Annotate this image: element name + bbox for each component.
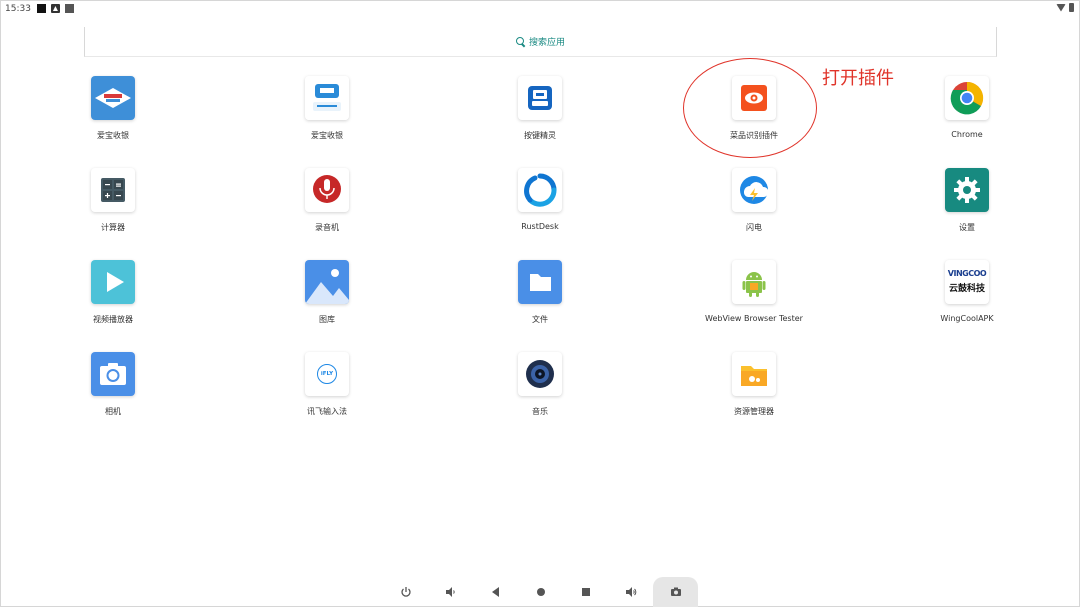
app-video-player[interactable]: 视频播放器	[33, 260, 193, 338]
screenshot-button[interactable]	[653, 577, 698, 607]
app-label: 计算器	[101, 223, 125, 232]
app-label: 音乐	[532, 407, 548, 416]
aibao-pos-alt-icon	[305, 76, 349, 120]
battery-icon	[1069, 3, 1074, 12]
app-wingcool[interactable]: VINGCOO 云鼓科技 WingCoolAPK	[887, 260, 1047, 338]
app-lightning[interactable]: 闪电	[674, 168, 834, 246]
volume-up-icon	[625, 587, 636, 597]
wifi-icon	[1056, 3, 1066, 12]
app-label: 视频播放器	[93, 315, 133, 324]
image-notification-icon	[64, 4, 74, 13]
app-label: 讯飞输入法	[307, 407, 347, 416]
app-label: RustDesk	[521, 222, 559, 231]
app-search-bar[interactable]: 搜索应用	[84, 27, 997, 57]
search-label: 搜索应用	[528, 38, 565, 48]
app-label: WingCoolAPK	[940, 314, 994, 323]
aibao-pos-icon	[91, 76, 135, 120]
app-label: Chrome	[951, 130, 983, 139]
app-label: 爱宝收银	[311, 131, 343, 140]
navigation-bar	[383, 577, 703, 607]
app-chrome[interactable]: Chrome	[887, 76, 1047, 154]
key-wizard-icon	[518, 76, 562, 120]
webview-tester-icon	[732, 260, 776, 304]
app-camera[interactable]: 相机	[33, 352, 193, 430]
chrome-icon	[945, 76, 989, 120]
wingcool-icon: VINGCOO 云鼓科技	[945, 260, 989, 304]
wingcool-logo-text-cn: 云鼓科技	[948, 283, 985, 294]
app-label: WebView Browser Tester	[705, 314, 803, 323]
screenshot-icon	[670, 587, 681, 596]
volume-down-icon	[445, 587, 455, 597]
back-icon	[491, 587, 499, 597]
home-icon	[536, 588, 545, 596]
app-gallery[interactable]: 图库	[247, 260, 407, 338]
app-label: 按键精灵	[524, 131, 556, 140]
settings-icon	[945, 168, 989, 212]
power-icon	[400, 587, 411, 597]
app-music[interactable]: 音乐	[460, 352, 620, 430]
app-label: 闪电	[746, 223, 762, 232]
power-button[interactable]	[383, 577, 428, 607]
app-label: 设置	[959, 223, 975, 232]
files-icon	[518, 260, 562, 304]
recents-button[interactable]	[563, 577, 608, 607]
app-label: 文件	[532, 315, 548, 324]
calculator-icon	[91, 168, 135, 212]
app-settings[interactable]: 设置	[887, 168, 1047, 246]
music-icon	[518, 352, 562, 396]
app-files[interactable]: 文件	[460, 260, 620, 338]
gallery-icon	[305, 260, 349, 304]
app-rustdesk[interactable]: RustDesk	[460, 168, 620, 246]
volume-up-button[interactable]	[608, 577, 653, 607]
app-calculator[interactable]: 计算器	[33, 168, 193, 246]
notification-icon	[36, 4, 46, 13]
app-aibao-pos-1[interactable]: 爱宝收银	[33, 76, 193, 154]
app-aibao-pos-2[interactable]: 爱宝收银	[247, 76, 407, 154]
iflytek-input-icon: iFLY	[305, 352, 349, 396]
file-manager-icon	[732, 352, 776, 396]
camera-icon	[91, 352, 135, 396]
status-time: 15:33	[5, 3, 31, 14]
app-key-wizard[interactable]: 按键精灵	[460, 76, 620, 154]
app-label: 爱宝收银	[97, 131, 129, 140]
home-button[interactable]	[518, 577, 563, 607]
app-webview-tester[interactable]: WebView Browser Tester	[674, 260, 834, 338]
recents-icon	[581, 588, 590, 596]
app-label: 录音机	[315, 223, 339, 232]
app-recorder[interactable]: 录音机	[247, 168, 407, 246]
search-icon	[515, 37, 525, 46]
rustdesk-icon	[518, 168, 562, 212]
app-label: 资源管理器	[734, 407, 774, 416]
iflytek-logo-text: iFLY	[320, 371, 334, 377]
recorder-icon	[305, 168, 349, 212]
volume-down-button[interactable]	[428, 577, 473, 607]
annotation-circle	[683, 58, 817, 158]
annotation-text: 打开插件	[822, 68, 894, 89]
wingcool-logo-text-en: VINGCOO	[947, 268, 987, 278]
video-player-icon	[91, 260, 135, 304]
status-bar: 15:33	[0, 0, 1080, 17]
download-notification-icon	[50, 4, 60, 13]
app-label: 图库	[319, 315, 335, 324]
lightning-icon	[732, 168, 776, 212]
app-iflytek-input[interactable]: iFLY 讯飞输入法	[247, 352, 407, 430]
app-label: 相机	[105, 407, 121, 416]
app-file-manager[interactable]: 资源管理器	[674, 352, 834, 430]
back-button[interactable]	[473, 577, 518, 607]
